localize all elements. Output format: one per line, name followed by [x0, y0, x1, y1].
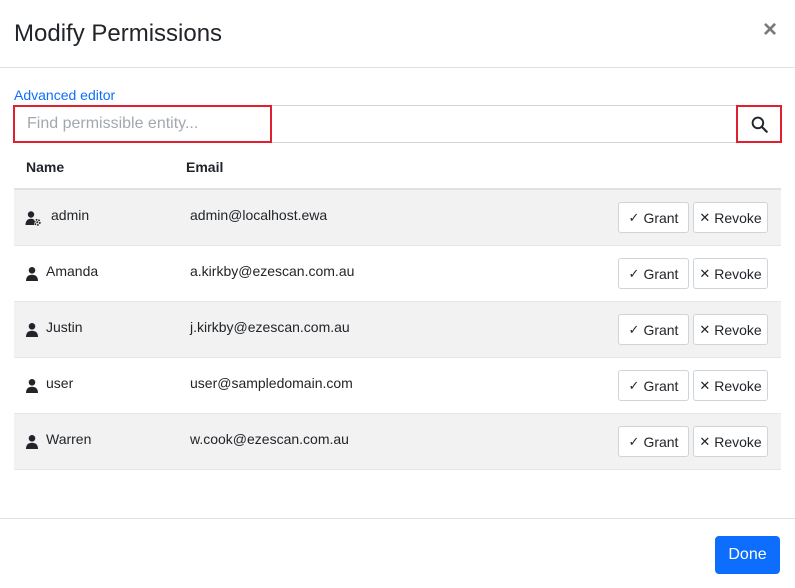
row-email: w.cook@ezescan.com.au — [190, 431, 349, 447]
x-icon: ✕ — [699, 210, 711, 225]
check-icon: ✓ — [628, 378, 640, 393]
grant-button[interactable]: ✓ Grant — [618, 426, 689, 457]
revoke-button[interactable]: ✕ Revoke — [693, 370, 768, 401]
x-icon: ✕ — [699, 266, 711, 281]
row-name: Amanda — [46, 263, 99, 279]
grant-button[interactable]: ✓ Grant — [618, 314, 689, 345]
grant-button[interactable]: ✓ Grant — [618, 258, 689, 289]
table-row: user user@sampledomain.com ✓ Grant ✕ Rev… — [14, 358, 781, 414]
check-icon: ✓ — [628, 266, 640, 281]
row-name: admin — [51, 207, 90, 223]
row-email: user@sampledomain.com — [190, 375, 353, 391]
row-email: j.kirkby@ezescan.com.au — [190, 319, 350, 335]
advanced-editor-link[interactable]: Advanced editor — [14, 87, 115, 104]
row-email: a.kirkby@ezescan.com.au — [190, 263, 355, 279]
revoke-button[interactable]: ✕ Revoke — [693, 314, 768, 345]
check-icon: ✓ — [628, 210, 640, 225]
done-button[interactable]: Done — [715, 536, 780, 574]
revoke-button[interactable]: ✕ Revoke — [693, 202, 768, 233]
x-icon: ✕ — [699, 378, 711, 393]
search-icon — [751, 116, 768, 133]
revoke-button[interactable]: ✕ Revoke — [693, 426, 768, 457]
dialog-header: Modify Permissions × — [0, 0, 795, 68]
user-icon — [26, 379, 38, 393]
close-button[interactable]: × — [759, 17, 781, 43]
table-header: Name Email — [14, 143, 781, 190]
grant-button[interactable]: ✓ Grant — [618, 370, 689, 401]
dialog-footer: Done — [0, 518, 795, 588]
user-icon — [26, 435, 38, 449]
row-name: user — [46, 375, 74, 391]
row-name: Warren — [46, 431, 92, 447]
modify-permissions-dialog: Modify Permissions × Advanced editor Nam… — [0, 0, 795, 588]
user-icon — [26, 267, 38, 281]
row-name: Justin — [46, 319, 83, 335]
table-row: Amanda a.kirkby@ezescan.com.au ✓ Grant ✕… — [14, 246, 781, 302]
check-icon: ✓ — [628, 322, 640, 337]
table-row: Justin j.kirkby@ezescan.com.au ✓ Grant ✕… — [14, 302, 781, 358]
x-icon: ✕ — [699, 322, 711, 337]
search-input[interactable] — [13, 105, 272, 143]
column-header-name: Name — [26, 159, 65, 175]
table-row: admin admin@localhost.ewa ✓ Grant ✕ Revo… — [14, 190, 781, 246]
dialog-title: Modify Permissions — [14, 20, 223, 47]
search-button[interactable] — [736, 105, 782, 143]
check-icon: ✓ — [628, 434, 640, 449]
row-email: admin@localhost.ewa — [190, 207, 328, 223]
column-header-email: Email — [186, 159, 224, 175]
permissions-table: Name Email admin admin@localhost.ewa ✓ G… — [14, 143, 781, 470]
x-icon: ✕ — [699, 434, 711, 449]
table-row: Warren w.cook@ezescan.com.au ✓ Grant ✕ R… — [14, 414, 781, 470]
user-icon — [26, 323, 38, 337]
grant-button[interactable]: ✓ Grant — [618, 202, 689, 233]
search-bar — [13, 105, 782, 143]
revoke-button[interactable]: ✕ Revoke — [693, 258, 768, 289]
user-gear-icon — [25, 211, 41, 226]
